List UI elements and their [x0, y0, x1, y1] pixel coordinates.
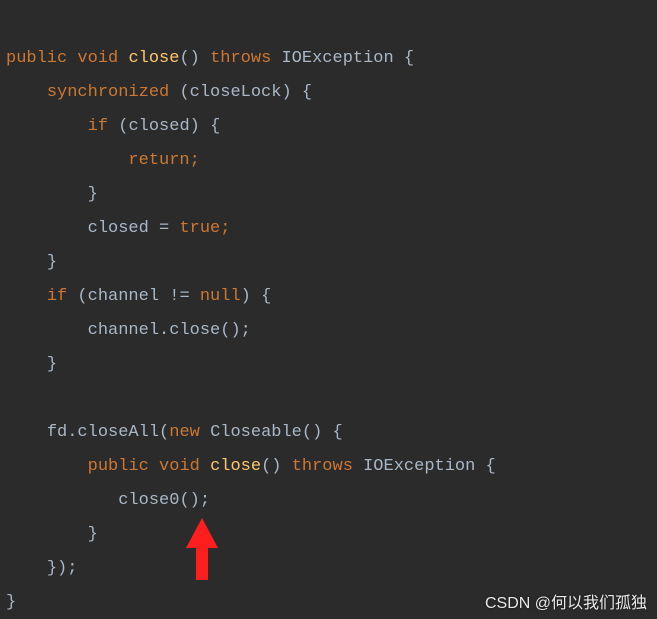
kw-throws: throws	[292, 457, 353, 476]
brace: {	[486, 457, 496, 476]
brace: }	[47, 559, 57, 578]
eq: =	[159, 219, 169, 238]
brace: }	[88, 525, 98, 544]
kw-null: null	[200, 287, 241, 306]
cls-Closeable: Closeable	[210, 423, 302, 442]
parens: ()	[220, 321, 240, 340]
kw-void: void	[77, 49, 118, 68]
parens: ()	[179, 49, 199, 68]
brace: {	[302, 83, 312, 102]
method-close: close	[128, 49, 179, 68]
fn-closeAll: closeAll	[77, 423, 159, 442]
kw-public: public	[88, 457, 149, 476]
brace: {	[261, 287, 271, 306]
fn-close: close	[169, 321, 220, 340]
fn-close0: close0	[118, 491, 179, 510]
brace: {	[333, 423, 343, 442]
kw-public: public	[6, 49, 67, 68]
method-close: close	[210, 457, 261, 476]
paren: )	[241, 287, 251, 306]
paren: (	[179, 83, 189, 102]
kw-void: void	[159, 457, 200, 476]
exception: IOException	[363, 457, 475, 476]
semi: ;	[241, 321, 251, 340]
kw-return: return	[128, 151, 189, 170]
semi: ;	[200, 491, 210, 510]
brace: }	[47, 355, 57, 374]
semi: ;	[220, 219, 230, 238]
id-channel: channel	[88, 321, 159, 340]
paren: (	[159, 423, 169, 442]
brace: }	[88, 185, 98, 204]
parens: ()	[179, 491, 199, 510]
brace: }	[47, 253, 57, 272]
dot: .	[159, 321, 169, 340]
kw-if: if	[88, 117, 108, 136]
semi: ;	[190, 151, 200, 170]
exception: IOException	[281, 49, 393, 68]
watermark: CSDN @何以我们孤独	[485, 595, 647, 613]
semi: ;	[67, 559, 77, 578]
kw-new: new	[169, 423, 200, 442]
parens: ()	[261, 457, 281, 476]
paren: (	[77, 287, 87, 306]
kw-true: true	[179, 219, 220, 238]
id-closed: closed	[88, 219, 149, 238]
id-closed: closed	[128, 117, 189, 136]
dot: .	[67, 423, 77, 442]
code-block: public void close() throws IOException {…	[0, 0, 657, 619]
paren: (	[118, 117, 128, 136]
kw-synchronized: synchronized	[47, 83, 169, 102]
parens: ()	[302, 423, 322, 442]
paren: )	[281, 83, 291, 102]
brace: {	[404, 49, 414, 68]
brace: {	[210, 117, 220, 136]
id-fd: fd	[47, 423, 67, 442]
id-closeLock: closeLock	[190, 83, 282, 102]
id-channel: channel	[88, 287, 159, 306]
paren: )	[57, 559, 67, 578]
brace: }	[6, 593, 16, 612]
kw-if: if	[47, 287, 67, 306]
op-neq: !=	[169, 287, 189, 306]
kw-throws: throws	[210, 49, 271, 68]
paren: )	[190, 117, 200, 136]
